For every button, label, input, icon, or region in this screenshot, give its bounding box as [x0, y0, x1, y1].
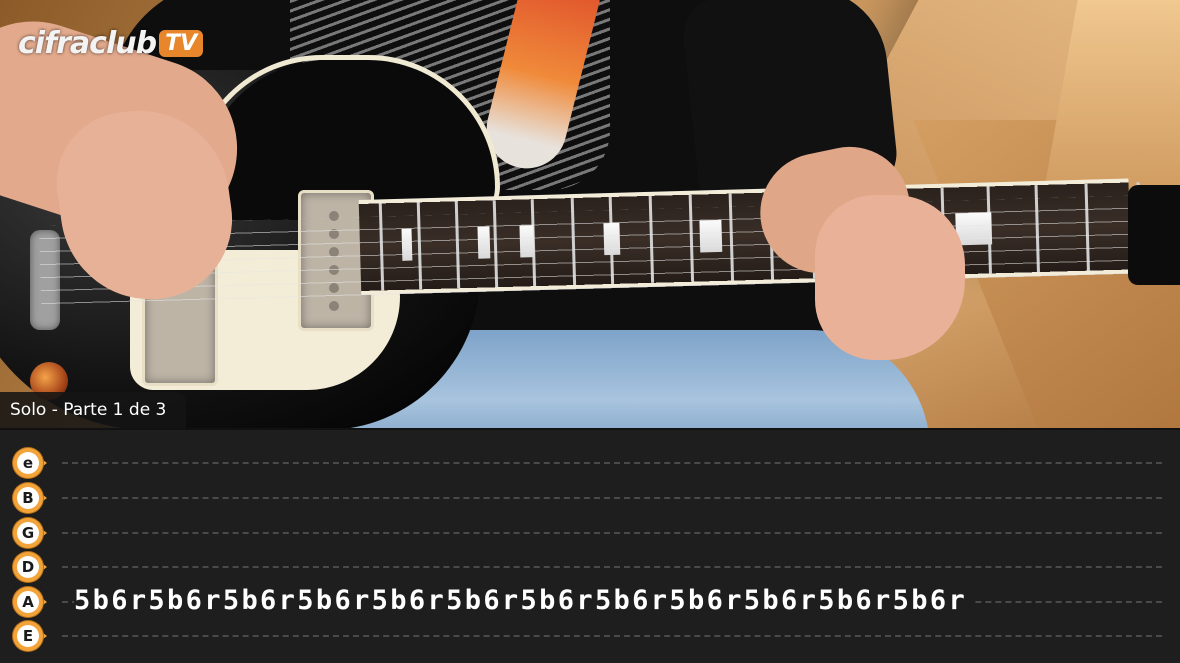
section-caption: Solo - Parte 1 de 3 — [0, 392, 187, 428]
string-line — [62, 462, 1162, 464]
string-name: e — [17, 452, 39, 474]
video-player: cifraclub TV Solo - Parte 1 de 3 e B G D… — [0, 0, 1180, 663]
tablature-panel: e B G D A 5b6r5b6r5b6r5b6r5b6r5b6r5b6r5b… — [0, 428, 1180, 663]
string-line — [62, 532, 1162, 534]
tab-string-D: D — [0, 550, 1180, 584]
string-name: A — [17, 591, 39, 613]
string-name: D — [17, 556, 39, 578]
tab-string-E: E — [0, 619, 1180, 653]
string-badge: A — [13, 587, 55, 617]
string-line — [62, 497, 1162, 499]
logo-tv-badge: TV — [159, 29, 204, 57]
string-name: G — [17, 522, 39, 544]
caption-text: Solo - Parte 1 de 3 — [10, 400, 167, 420]
video-frame[interactable]: cifraclub TV Solo - Parte 1 de 3 — [0, 0, 1180, 428]
logo-text: cifraclub — [18, 25, 157, 61]
string-name: B — [17, 487, 39, 509]
string-name: E — [17, 625, 39, 647]
string-badge: E — [13, 621, 55, 651]
string-badge: D — [13, 552, 55, 582]
string-line — [62, 566, 1162, 568]
player-fretting-hand — [815, 195, 965, 360]
string-badge: G — [13, 518, 55, 548]
cifraclub-logo: cifraclub TV — [18, 18, 204, 68]
tab-string-A: A 5b6r5b6r5b6r5b6r5b6r5b6r5b6r5b6r5b6r5b… — [0, 583, 1180, 619]
tab-string-B: B — [0, 481, 1180, 515]
tab-string-G: G — [0, 516, 1180, 550]
string-badge: e — [13, 448, 55, 478]
string-line — [62, 635, 1162, 637]
string-badge: B — [13, 483, 55, 513]
guitar-headstock — [1128, 185, 1180, 285]
tab-notes: 5b6r5b6r5b6r5b6r5b6r5b6r5b6r5b6r5b6r5b6r… — [74, 583, 974, 619]
tab-string-e: e — [0, 446, 1180, 480]
